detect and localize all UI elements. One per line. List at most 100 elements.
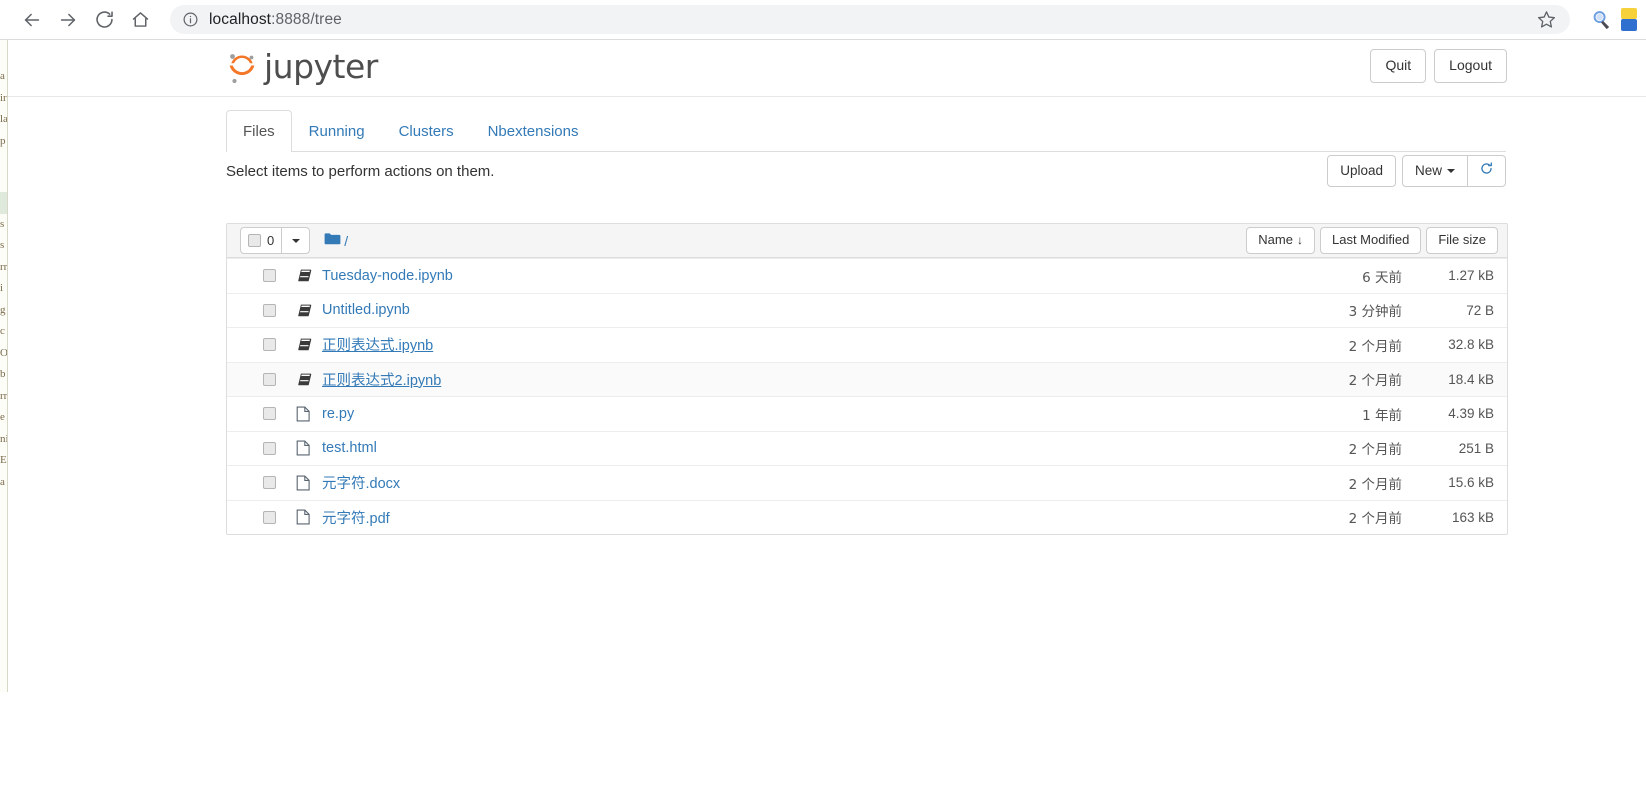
file-name-link[interactable]: 元字符.pdf — [322, 507, 390, 528]
row-checkbox[interactable] — [263, 476, 276, 490]
file-modified: 2 个月前 — [1348, 338, 1402, 355]
file-name-link[interactable]: 正则表达式2.ipynb — [322, 369, 441, 390]
jupyter-page: jupyter Quit Logout Files Running Cluste… — [8, 40, 1646, 792]
row-checkbox[interactable] — [263, 372, 276, 386]
sort-by-name-button[interactable]: Name ↓ — [1246, 227, 1315, 254]
refresh-icon — [1480, 162, 1493, 180]
jupyter-logo-icon — [226, 50, 258, 86]
file-icon — [296, 475, 314, 491]
url-host: localhost — [209, 10, 272, 28]
home-button[interactable] — [122, 2, 158, 38]
table-row[interactable]: Tuesday-node.ipynb 6 天前 1.27 kB — [227, 258, 1507, 293]
sort-by-size-button[interactable]: File size — [1426, 227, 1498, 254]
file-modified: 2 个月前 — [1348, 511, 1402, 528]
table-row[interactable]: 正则表达式.ipynb 2 个月前 32.8 kB — [227, 327, 1507, 362]
tab-files[interactable]: Files — [226, 110, 292, 152]
sliver-text: rr — [0, 260, 8, 273]
sliver-text: g — [0, 303, 6, 316]
sliver-text: ni — [0, 432, 8, 445]
logout-button[interactable]: Logout — [1434, 49, 1507, 83]
url-text[interactable]: localhost:8888/tree — [209, 11, 1536, 29]
sliver-text: rr — [0, 389, 8, 402]
table-row[interactable]: re.py 1 年前 4.39 kB — [227, 396, 1507, 431]
row-checkbox[interactable] — [263, 303, 276, 317]
info-circle-icon[interactable] — [182, 11, 199, 28]
file-list-header-left: 0 / — [240, 227, 348, 254]
tab-nbextensions[interactable]: Nbextensions — [471, 110, 596, 152]
file-list-sort-controls: Name ↓ Last Modified File size — [1241, 227, 1498, 254]
select-all-group: 0 — [240, 227, 311, 254]
action-row: Select items to perform actions on them.… — [226, 151, 1506, 191]
file-size: 163 kB — [1451, 509, 1494, 525]
select-all-dropdown[interactable] — [282, 228, 309, 253]
sliver-text: c — [0, 325, 5, 337]
file-icon — [296, 440, 314, 456]
back-button[interactable] — [14, 2, 50, 38]
sliver-text: e — [0, 411, 5, 423]
row-checkbox[interactable] — [263, 269, 276, 283]
file-name-link[interactable]: Tuesday-node.ipynb — [322, 268, 453, 284]
row-checkbox[interactable] — [263, 441, 276, 455]
upload-button[interactable]: Upload — [1327, 155, 1396, 187]
background-window-sliver: a ir la p s s rr i g c O b rr e ni E a — [0, 40, 8, 692]
profile-avatar-icon[interactable] — [1620, 5, 1646, 35]
sort-by-modified-button[interactable]: Last Modified — [1319, 227, 1422, 254]
new-button[interactable]: New — [1401, 155, 1468, 187]
table-row[interactable]: Untitled.ipynb 3 分钟前 72 B — [227, 292, 1507, 328]
row-checkbox[interactable] — [263, 338, 276, 352]
sliver-text: a — [0, 70, 5, 82]
sliver-highlight — [0, 192, 7, 214]
file-icon — [296, 406, 314, 422]
file-list-header: 0 / Name ↓ Last Modified File size — [227, 224, 1507, 258]
jupyter-logo[interactable]: jupyter — [226, 44, 378, 92]
new-button-label: New — [1414, 162, 1442, 178]
sort-name-label: Name — [1258, 232, 1293, 248]
notebook-icon — [296, 303, 314, 318]
tab-running[interactable]: Running — [292, 110, 382, 152]
file-modified: 2 个月前 — [1348, 442, 1402, 459]
jupyter-header: jupyter Quit Logout — [8, 40, 1646, 97]
forward-button[interactable] — [50, 2, 86, 38]
quit-button[interactable]: Quit — [1370, 49, 1427, 83]
jupyter-logo-text: jupyter — [264, 47, 378, 86]
breadcrumb-root[interactable]: / — [344, 233, 348, 249]
file-size: 251 B — [1458, 440, 1494, 456]
file-name-link[interactable]: 正则表达式.ipynb — [322, 334, 433, 355]
table-row[interactable]: test.html 2 个月前 251 B — [227, 430, 1507, 466]
table-row[interactable]: 正则表达式2.ipynb 2 个月前 18.4 kB — [227, 361, 1507, 396]
file-size: 4.39 kB — [1448, 406, 1494, 422]
sliver-text: p — [0, 134, 6, 147]
file-name-link[interactable]: 元字符.docx — [322, 472, 400, 493]
file-size: 32.8 kB — [1448, 337, 1494, 353]
sliver-text: O — [0, 346, 8, 359]
reload-button[interactable] — [86, 2, 122, 38]
file-modified: 1 年前 — [1362, 407, 1402, 424]
refresh-button[interactable] — [1467, 155, 1506, 187]
select-all-checkbox[interactable] — [248, 234, 261, 247]
row-checkbox[interactable] — [263, 510, 276, 524]
reload-icon — [94, 9, 115, 30]
tab-clusters[interactable]: Clusters — [382, 110, 471, 152]
file-icon — [296, 509, 314, 525]
notebook-icon — [296, 268, 314, 283]
table-row[interactable]: 元字符.docx 2 个月前 15.6 kB — [227, 465, 1507, 500]
file-modified: 6 天前 — [1362, 269, 1402, 286]
row-checkbox[interactable] — [263, 407, 276, 421]
file-name-link[interactable]: test.html — [322, 440, 377, 456]
notebook-icon — [296, 372, 314, 387]
breadcrumb[interactable]: / — [324, 232, 348, 249]
magnifier-extension-icon[interactable] — [1586, 5, 1616, 35]
home-icon — [130, 9, 151, 30]
file-size: 1.27 kB — [1448, 268, 1494, 284]
selection-hint: Select items to perform actions on them. — [226, 162, 495, 180]
star-icon[interactable] — [1536, 9, 1558, 31]
table-row[interactable]: 元字符.pdf 2 个月前 163 kB — [227, 499, 1507, 535]
address-bar[interactable]: localhost:8888/tree — [170, 5, 1570, 34]
sliver-text: b — [0, 368, 6, 380]
folder-icon — [324, 232, 341, 249]
chevron-down-icon — [291, 238, 300, 243]
sliver-text: i — [0, 282, 4, 294]
file-name-link[interactable]: Untitled.ipynb — [322, 302, 410, 318]
select-all-control[interactable]: 0 — [241, 228, 283, 253]
file-name-link[interactable]: re.py — [322, 406, 354, 422]
